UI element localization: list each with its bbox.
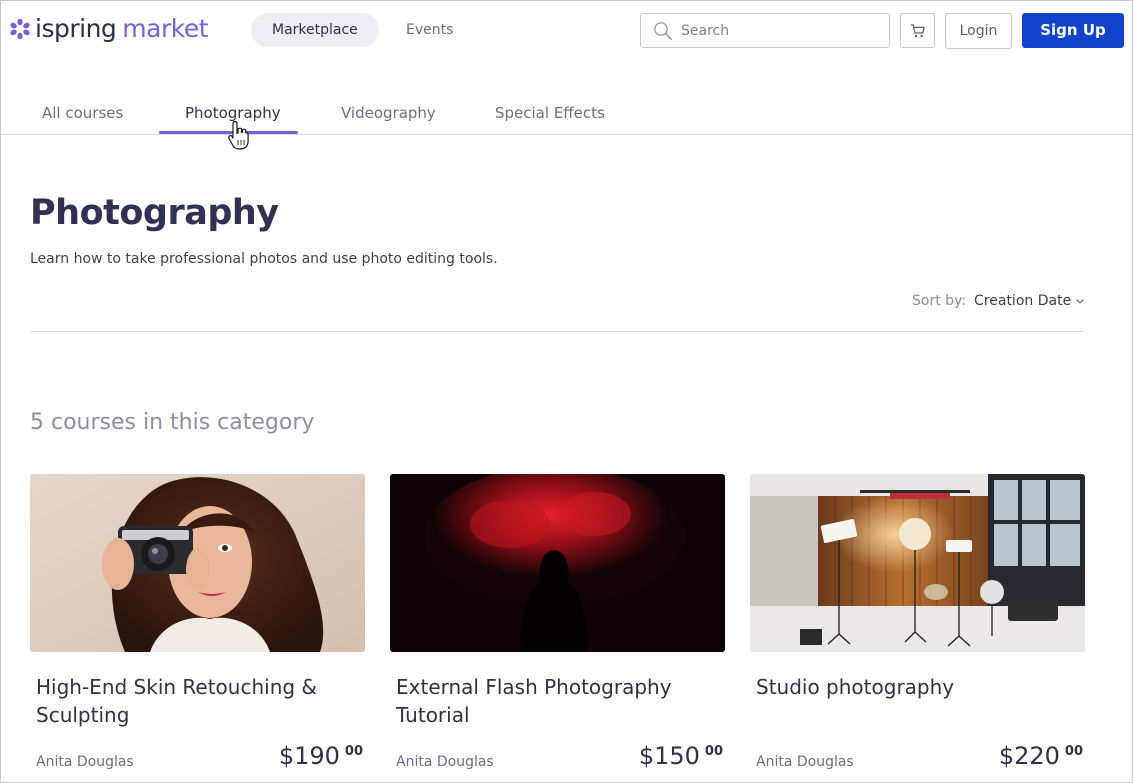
sort-label: Sort by: — [912, 293, 967, 309]
course-card[interactable]: High-End Skin Retouching & Sculpting Ani… — [30, 474, 365, 770]
tab-all-courses[interactable]: All courses — [42, 103, 123, 135]
category-tabs: All courses Photography Videography Spec… — [1, 91, 1132, 135]
sort-value[interactable]: Creation Date — [974, 293, 1071, 309]
cart-button[interactable] — [900, 13, 935, 48]
logo-text-market: market — [122, 14, 209, 43]
tab-videography[interactable]: Videography — [341, 103, 436, 135]
course-title[interactable]: External Flash Photography Tutorial — [396, 673, 716, 729]
tab-special-effects[interactable]: Special Effects — [495, 103, 605, 135]
login-button[interactable]: Login — [945, 13, 1012, 49]
logo-text-ispring: ispring — [35, 14, 117, 43]
search-box[interactable] — [640, 13, 890, 48]
logo-asterisk-icon — [10, 18, 30, 40]
course-image-woman-with-camera[interactable] — [30, 474, 365, 652]
sort-control[interactable]: Sort by: Creation Date — [912, 293, 1085, 309]
signup-button[interactable]: Sign Up — [1022, 13, 1124, 48]
course-author: Anita Douglas — [396, 754, 494, 770]
hand-pointer-cursor-icon — [228, 120, 249, 150]
browser-viewport: ispring market Marketplace Events Login … — [0, 0, 1133, 783]
shopping-cart-icon — [910, 23, 925, 37]
page-description: Learn how to take professional photos an… — [30, 251, 498, 267]
price-cents: 00 — [704, 744, 723, 759]
logo[interactable]: ispring market — [9, 14, 209, 43]
course-card[interactable]: Studio photography Anita Douglas $220 00 — [750, 474, 1085, 770]
course-title[interactable]: High-End Skin Retouching & Sculpting — [36, 673, 356, 729]
price-cents: 00 — [344, 744, 363, 759]
price-cents: 00 — [1064, 744, 1083, 759]
price-main: $220 — [998, 742, 1060, 770]
page-title: Photography — [30, 193, 279, 233]
chevron-down-icon — [1076, 299, 1085, 304]
price-main: $190 — [278, 742, 340, 770]
course-count: 5 courses in this category — [30, 410, 315, 435]
search-icon — [654, 21, 672, 40]
course-image-photo-studio-interior[interactable] — [750, 474, 1085, 652]
course-title[interactable]: Studio photography — [756, 673, 1076, 701]
search-input[interactable] — [681, 22, 871, 39]
course-image-hooded-figure-red-smoke[interactable] — [390, 474, 725, 652]
nav-marketplace[interactable]: Marketplace — [251, 13, 379, 47]
course-card[interactable]: External Flash Photography Tutorial Anit… — [390, 474, 725, 770]
nav-events[interactable]: Events — [385, 13, 474, 47]
divider — [30, 331, 1085, 332]
course-price: $150 00 — [639, 742, 723, 770]
course-price: $190 00 — [279, 742, 363, 770]
course-author: Anita Douglas — [36, 754, 134, 770]
price-main: $150 — [638, 742, 700, 770]
site-header: ispring market Marketplace Events Login … — [1, 1, 1132, 61]
course-author: Anita Douglas — [756, 754, 854, 770]
course-price: $220 00 — [999, 742, 1083, 770]
